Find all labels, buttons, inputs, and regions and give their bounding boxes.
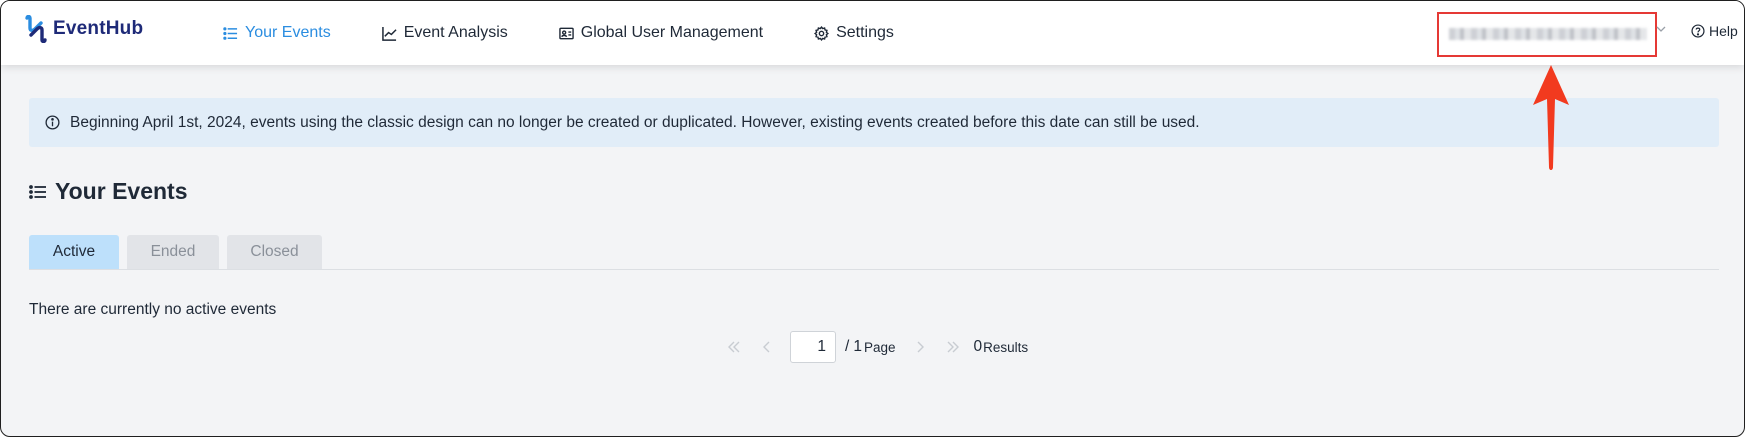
app-logo[interactable]: EventHub (23, 15, 143, 43)
notice-text: Beginning April 1st, 2024, events using … (70, 113, 1200, 131)
info-icon (45, 115, 60, 130)
event-status-tabs: Active Ended Closed (29, 235, 322, 269)
app-window: EventHub Your Events Event Analysis Glob… (0, 0, 1745, 437)
tab-active[interactable]: Active (29, 235, 119, 269)
app-name: EventHub (53, 18, 144, 39)
tabs-divider (29, 269, 1719, 270)
nav-item-label: Event Analysis (403, 24, 508, 41)
gear-icon (814, 25, 830, 41)
chart-line-icon (381, 26, 397, 41)
main-nav: Your Events Event Analysis Global User M… (223, 1, 945, 65)
nav-item-event-analysis[interactable]: Event Analysis (381, 24, 508, 42)
red-arrow-annotation (1533, 65, 1569, 170)
help-link[interactable]: Help (1691, 23, 1738, 39)
page-heading: Your Events (29, 178, 188, 205)
page-number-input[interactable] (790, 331, 836, 363)
nav-item-your-events[interactable]: Your Events (223, 24, 331, 42)
eventhub-logo-icon (25, 15, 47, 43)
list-icon (223, 26, 238, 40)
nav-item-global-user-management[interactable]: Global User Management (558, 24, 764, 42)
account-selector-highlight[interactable] (1437, 12, 1657, 57)
tab-closed[interactable]: Closed (227, 235, 322, 269)
list-icon (29, 184, 46, 199)
help-label: Help (1709, 23, 1738, 39)
tab-ended[interactable]: Ended (127, 235, 219, 269)
info-notice-banner: Beginning April 1st, 2024, events using … (29, 98, 1719, 147)
page-separator: / (845, 338, 850, 355)
pagination: / 1 Page 0 Results (726, 330, 1028, 364)
nav-item-settings[interactable]: Settings (814, 24, 894, 42)
blurred-account-name (1449, 28, 1647, 40)
page-unit-label: Page (863, 339, 896, 355)
total-pages: 1 (853, 338, 862, 355)
id-card-icon (558, 27, 574, 39)
next-page-icon[interactable] (912, 339, 928, 355)
question-circle-icon (1691, 24, 1705, 38)
last-page-icon[interactable] (945, 339, 961, 355)
nav-item-label: Your Events (245, 24, 331, 41)
previous-page-icon[interactable] (759, 339, 775, 355)
first-page-icon[interactable] (726, 339, 742, 355)
results-label: Results (983, 339, 1029, 355)
empty-state-message: There are currently no active events (29, 301, 277, 318)
top-navigation-bar: EventHub Your Events Event Analysis Glob… (1, 1, 1744, 65)
nav-item-label: Global User Management (580, 24, 764, 41)
nav-item-label: Settings (836, 24, 894, 41)
chevron-down-icon[interactable] (1655, 23, 1667, 35)
page-title: Your Events (55, 178, 188, 204)
result-count: 0 (973, 338, 983, 355)
